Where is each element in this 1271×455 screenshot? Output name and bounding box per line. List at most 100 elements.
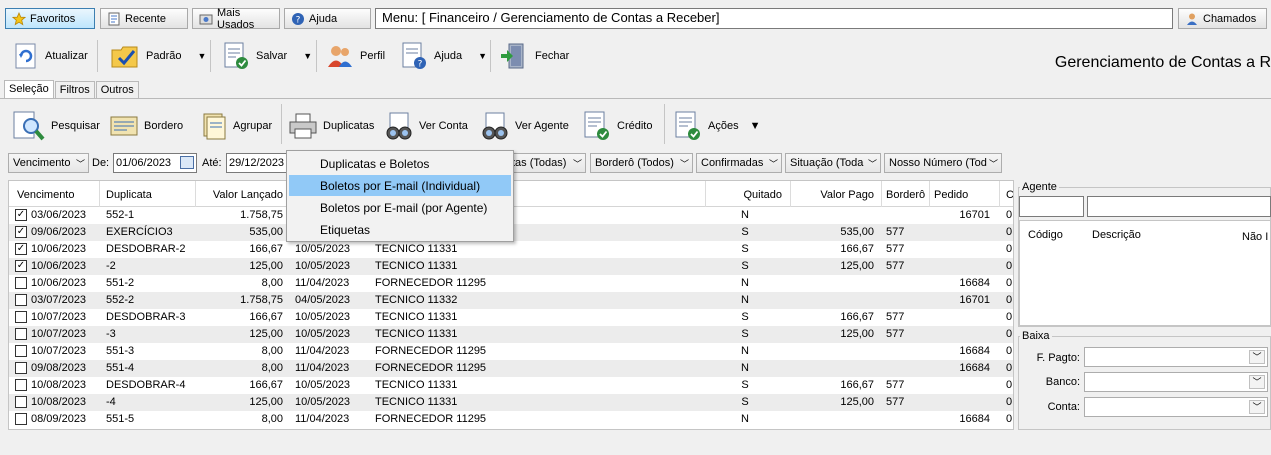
row-checkbox[interactable]: ✓ bbox=[15, 260, 27, 272]
chevron-down-icon[interactable]: ▼ bbox=[750, 120, 761, 132]
binoculars-icon bbox=[482, 112, 508, 140]
column-header-valor-pago[interactable]: Valor Pago bbox=[790, 189, 874, 201]
f-pagto-select[interactable]: ﹀ bbox=[1084, 347, 1268, 367]
row-checkbox[interactable] bbox=[15, 379, 27, 391]
action-toolbar: Pesquisar Bordero Agrupar Duplicatas Ver… bbox=[0, 100, 1271, 150]
column-header-c[interactable]: C bbox=[1006, 189, 1013, 201]
column-header-valor-lancado[interactable]: Valor Lançado bbox=[197, 189, 283, 201]
tipo-select[interactable]: tas (Todas) ﹀ bbox=[507, 153, 586, 173]
baixa-group-title: Baixa bbox=[1020, 330, 1052, 342]
ajuda-button[interactable]: ? Ajuda ▼ bbox=[400, 38, 487, 74]
ver-agente-button[interactable]: Ver Agente bbox=[480, 108, 569, 144]
agente-group-title: Agente bbox=[1020, 181, 1059, 193]
cell-c: 0 bbox=[1006, 209, 1013, 221]
padrao-button[interactable]: Padrão ▼ bbox=[110, 38, 206, 74]
banco-select[interactable]: ﹀ bbox=[1084, 372, 1268, 392]
row-checkbox[interactable] bbox=[15, 277, 27, 289]
cell-c: 0 bbox=[1006, 328, 1013, 340]
cell-pedido: 16684 bbox=[959, 413, 990, 425]
perfil-button[interactable]: Perfil bbox=[326, 38, 385, 74]
table-row[interactable]: 08/09/2023 551-5 8,00 11/04/2023 FORNECEDOR … bbox=[9, 411, 1013, 428]
row-checkbox[interactable] bbox=[15, 328, 27, 340]
table-row[interactable]: ✓ 10/06/2023 DESDOBRAR-2 166,67 10/05/2023 TE… bbox=[9, 241, 1013, 258]
table-row[interactable]: 09/08/2023 551-4 8,00 11/04/2023 FORNECEDOR … bbox=[9, 360, 1013, 377]
chevron-down-icon[interactable]: ▼ bbox=[478, 51, 487, 61]
chevron-down-icon[interactable]: ▼ bbox=[303, 51, 312, 61]
date-to-value: 29/12/2023 bbox=[229, 157, 285, 169]
tab-outros[interactable]: Outros bbox=[95, 81, 139, 99]
menu-item-boletos-email-individual[interactable]: Boletos por E-mail (Individual) bbox=[289, 175, 511, 196]
situacao-select[interactable]: Situação (Toda ﹀ bbox=[785, 153, 881, 173]
table-row[interactable]: 10/07/2023 DESDOBRAR-3 166,67 10/05/2023 TEC… bbox=[9, 309, 1013, 326]
column-header-duplicata[interactable]: Duplicata bbox=[106, 189, 152, 201]
cell-valor-lancado: 8,00 bbox=[261, 277, 283, 289]
agente-code-input[interactable] bbox=[1019, 196, 1084, 217]
menu-item-etiquetas[interactable]: Etiquetas bbox=[289, 219, 511, 240]
ver-conta-button[interactable]: Ver Conta bbox=[384, 108, 468, 144]
table-row[interactable]: 10/08/2023 -4 125,00 10/05/2023 TECNICO 1133… bbox=[9, 394, 1013, 411]
row-checkbox[interactable] bbox=[15, 413, 27, 425]
agente-list-header-nao: Não I bbox=[1242, 231, 1269, 243]
star-icon bbox=[12, 11, 26, 25]
menu-path-field[interactable]: Menu: [ Financeiro / Gerenciamento de Co… bbox=[375, 8, 1173, 29]
tab-selecao[interactable]: Seleção bbox=[4, 80, 54, 99]
cell-vencimento: 10/06/2023 bbox=[31, 243, 87, 255]
row-checkbox[interactable] bbox=[15, 362, 27, 374]
bordero-select[interactable]: Borderô (Todos) ﹀ bbox=[590, 153, 693, 173]
atualizar-button[interactable]: Atualizar bbox=[13, 38, 88, 74]
table-row[interactable]: 10/07/2023 551-3 8,00 11/04/2023 FORNECEDOR … bbox=[9, 343, 1013, 360]
situacao-select-value: Situação (Toda bbox=[790, 157, 864, 169]
credito-button[interactable]: Crédito bbox=[582, 108, 652, 144]
cell-bordero: 577 bbox=[886, 379, 905, 391]
column-header-bordero[interactable]: Borderô bbox=[886, 189, 925, 201]
row-checkbox[interactable]: ✓ bbox=[15, 209, 27, 221]
row-checkbox[interactable] bbox=[15, 345, 27, 357]
favoritos-button[interactable]: Favoritos bbox=[5, 8, 95, 29]
date-to-input[interactable]: 29/12/2023 bbox=[226, 153, 288, 173]
column-header-quitado[interactable]: Quitado bbox=[705, 189, 782, 201]
row-checkbox[interactable]: ✓ bbox=[15, 243, 27, 255]
pesquisar-button[interactable]: Pesquisar bbox=[12, 108, 100, 144]
tab-filtros[interactable]: Filtros bbox=[54, 81, 95, 99]
chevron-down-icon[interactable]: ▼ bbox=[197, 51, 206, 61]
cell-data: 11/04/2023 bbox=[295, 345, 350, 357]
table-row[interactable]: 10/07/2023 -3 125,00 10/05/2023 TECNICO 1133… bbox=[9, 326, 1013, 343]
table-row[interactable]: ✓ 10/06/2023 -2 125,00 10/05/2023 TECNICO 113… bbox=[9, 258, 1013, 275]
cell-quitado: N bbox=[741, 294, 749, 306]
cell-valor-lancado: 125,00 bbox=[249, 260, 283, 272]
menu-item-duplicatas-e-boletos[interactable]: Duplicatas e Boletos bbox=[289, 153, 511, 174]
cell-valor-lancado: 166,67 bbox=[249, 379, 283, 391]
recente-button[interactable]: Recente bbox=[100, 8, 188, 29]
column-header-vencimento[interactable]: Vencimento bbox=[17, 189, 74, 201]
row-checkbox[interactable] bbox=[15, 294, 27, 306]
agente-list[interactable]: Código Descrição Não I bbox=[1019, 220, 1271, 326]
duplicatas-button[interactable]: Duplicatas bbox=[288, 108, 374, 144]
bordero-button[interactable]: Bordero bbox=[109, 108, 183, 144]
calendar-icon[interactable] bbox=[180, 156, 194, 169]
table-row[interactable]: 10/08/2023 DESDOBRAR-4 166,67 10/05/2023 TEC… bbox=[9, 377, 1013, 394]
conta-select[interactable]: ﹀ bbox=[1084, 397, 1268, 417]
acoes-button[interactable]: Ações ▼ bbox=[673, 108, 760, 144]
cell-data: 10/05/2023 bbox=[295, 396, 351, 408]
table-row[interactable]: 10/06/2023 551-2 8,00 11/04/2023 FORNECEDOR … bbox=[9, 275, 1013, 292]
row-checkbox[interactable] bbox=[15, 311, 27, 323]
agente-name-input[interactable] bbox=[1087, 196, 1271, 217]
chamados-button[interactable]: Chamados bbox=[1178, 8, 1267, 29]
column-header-pedido[interactable]: Pedido bbox=[934, 189, 968, 201]
agente-list-header-descricao: Descrição bbox=[1092, 229, 1141, 241]
chamados-label: Chamados bbox=[1203, 12, 1257, 25]
fechar-button[interactable]: Fechar bbox=[499, 38, 569, 74]
row-checkbox[interactable]: ✓ bbox=[15, 226, 27, 238]
menu-item-boletos-email-agente[interactable]: Boletos por E-mail (por Agente) bbox=[289, 197, 511, 218]
confirmadas-select[interactable]: Confirmadas ﹀ bbox=[696, 153, 782, 173]
salvar-button[interactable]: Salvar ▼ bbox=[222, 38, 312, 74]
table-row[interactable]: 03/07/2023 552-2 1.758,75 04/05/2023 TECNICO… bbox=[9, 292, 1013, 309]
nosso-numero-select[interactable]: Nosso Número (Tod ﹀ bbox=[884, 153, 1002, 173]
ajuda-quick-button[interactable]: ? Ajuda bbox=[284, 8, 371, 29]
row-checkbox[interactable] bbox=[15, 396, 27, 408]
confirmadas-select-value: Confirmadas bbox=[701, 157, 764, 169]
cell-c: 0 bbox=[1006, 277, 1013, 289]
mais-usados-button[interactable]: Mais Usados bbox=[192, 7, 280, 31]
vencimento-select[interactable]: Vencimento ﹀ bbox=[8, 153, 89, 173]
agrupar-button[interactable]: Agrupar bbox=[200, 108, 272, 144]
